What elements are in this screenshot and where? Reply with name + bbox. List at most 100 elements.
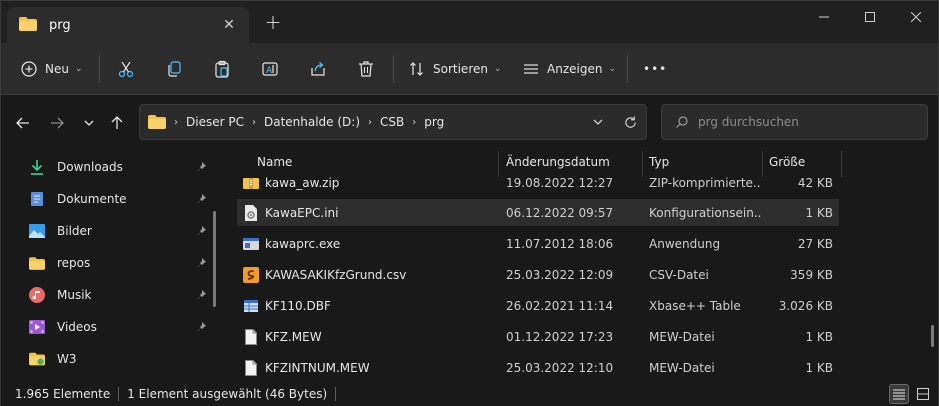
rename-button[interactable]: A xyxy=(261,53,279,85)
up-button[interactable] xyxy=(105,111,129,135)
file-name: kawaprc.exe xyxy=(265,236,341,251)
close-window-button[interactable] xyxy=(893,1,939,33)
table-row[interactable]: KFZ.MEW 01.12.2022 17:23 MEW-Datei 1 KB xyxy=(237,323,839,350)
forward-button[interactable] xyxy=(45,111,69,135)
view-lines-icon xyxy=(524,64,538,74)
view-label: Anzeigen xyxy=(547,62,603,76)
address-row: › Dieser PC › Datenhalde (D:) › CSB › pr… xyxy=(1,95,938,151)
tab-prg[interactable]: prg ✕ xyxy=(7,7,249,43)
breadcrumb-this-pc[interactable]: Dieser PC xyxy=(186,115,244,129)
file-name: KawaEPC.ini xyxy=(265,205,339,220)
videos-icon xyxy=(29,319,45,335)
address-bar[interactable]: › Dieser PC › Datenhalde (D:) › CSB › pr… xyxy=(139,104,647,140)
pin-icon xyxy=(197,193,207,207)
paste-button[interactable] xyxy=(213,53,231,85)
sidebar-scrollbar[interactable] xyxy=(213,211,216,307)
close-tab-icon[interactable]: ✕ xyxy=(219,15,239,35)
file-date: 11.07.2012 18:06 xyxy=(506,236,614,251)
breadcrumb-drive[interactable]: Datenhalde (D:) xyxy=(264,115,360,129)
sidebar-item-label: Musik xyxy=(57,288,92,302)
breadcrumb-chevron-icon: › xyxy=(174,116,178,128)
sidebar-item-label: Dokumente xyxy=(57,192,127,206)
csv-icon xyxy=(243,267,259,283)
document-icon xyxy=(29,191,45,207)
file-size: 27 KB xyxy=(797,236,833,251)
file-name: KFZ.MEW xyxy=(265,329,322,344)
new-button[interactable]: Neu ⌄ xyxy=(21,53,83,85)
table-row[interactable]: kawaprc.exe 11.07.2012 18:06 Anwendung 2… xyxy=(237,230,839,257)
file-size: 1 KB xyxy=(805,329,833,344)
dbf-icon xyxy=(243,298,259,314)
sidebar-item-videos[interactable]: Videos xyxy=(29,313,213,341)
status-bar: 1.965 Elemente 1 Element ausgewählt (46 … xyxy=(1,381,938,406)
rename-icon: A xyxy=(262,62,278,76)
sidebar-item-w3[interactable]: W3 xyxy=(29,345,213,373)
sidebar-item-pictures[interactable]: Bilder xyxy=(29,217,213,245)
breadcrumb-chevron-icon[interactable]: › xyxy=(368,117,372,128)
sidebar-item-label: Videos xyxy=(57,320,97,334)
pin-icon xyxy=(197,289,207,303)
table-row[interactable]: KF110.DBF 26.02.2021 11:14 Xbase++ Table… xyxy=(237,292,839,319)
sort-button[interactable]: Sortieren ⌄ xyxy=(409,53,502,85)
title-bar: prg ✕ + xyxy=(1,1,938,43)
file-date: 26.02.2021 11:14 xyxy=(506,298,614,313)
table-row[interactable]: KFZINTNUM.MEW 25.03.2022 12:10 MEW-Datei… xyxy=(237,354,839,381)
column-separator[interactable] xyxy=(841,151,842,177)
cut-button[interactable] xyxy=(117,53,135,85)
search-input[interactable] xyxy=(698,115,918,129)
file-name: kawa_aw.zip xyxy=(265,175,340,190)
details-view-button[interactable] xyxy=(889,384,909,404)
file-list-scrollbar[interactable] xyxy=(931,325,934,347)
table-row-selected[interactable]: KawaEPC.ini 06.12.2022 09:57 Konfigurati… xyxy=(237,199,839,226)
table-row[interactable]: KAWASAKIKfzGrund.csv 25.03.2022 12:09 CS… xyxy=(237,261,839,288)
search-box[interactable] xyxy=(661,104,928,140)
trash-icon xyxy=(359,61,373,77)
breadcrumb-chevron-icon[interactable]: › xyxy=(252,117,256,128)
toolbar-divider xyxy=(393,55,394,83)
arrow-left-icon xyxy=(16,117,29,129)
svg-text:A: A xyxy=(266,66,273,76)
chevron-down-icon: ⌄ xyxy=(608,64,616,74)
more-icon: ••• xyxy=(643,62,668,76)
file-date: 25.03.2022 12:09 xyxy=(506,267,614,282)
tiles-view-icon xyxy=(917,388,929,400)
maximize-button[interactable] xyxy=(847,1,893,33)
music-icon xyxy=(29,287,45,303)
sort-arrows-icon xyxy=(410,62,423,76)
back-button[interactable] xyxy=(11,111,35,135)
minimize-button[interactable] xyxy=(801,1,847,33)
tiles-view-button[interactable] xyxy=(913,384,933,404)
sidebar-item-repos[interactable]: repos xyxy=(29,249,213,277)
sidebar-item-label: repos xyxy=(57,256,91,270)
table-row[interactable]: kawa_aw.zip 19.08.2022 12:27 ZIP-komprim… xyxy=(237,169,839,196)
share-button[interactable] xyxy=(309,53,327,85)
sidebar-item-music[interactable]: Musik xyxy=(29,281,213,309)
address-history-dropdown[interactable] xyxy=(592,105,604,139)
command-bar: Neu ⌄ A Sortieren ⌄ Anzeigen ⌄ ••• xyxy=(1,43,938,95)
view-button[interactable]: Anzeigen ⌄ xyxy=(523,53,616,85)
new-tab-button[interactable]: + xyxy=(263,12,283,33)
more-options-button[interactable]: ••• xyxy=(643,53,667,85)
zip-icon xyxy=(243,175,259,191)
breadcrumb-prg[interactable]: prg xyxy=(424,115,444,129)
file-type: CSV-Datei xyxy=(649,267,709,282)
chevron-down-icon: ⌄ xyxy=(493,64,502,74)
file-type: MEW-Datei xyxy=(649,329,715,344)
search-icon xyxy=(676,116,688,128)
breadcrumb-chevron-icon[interactable]: › xyxy=(412,117,416,128)
file-icon xyxy=(243,329,259,345)
plus-circle-icon xyxy=(21,61,37,77)
scissors-icon xyxy=(118,61,134,78)
copy-button[interactable] xyxy=(165,53,183,85)
copy-icon xyxy=(168,61,181,77)
refresh-button[interactable] xyxy=(624,105,637,139)
delete-button[interactable] xyxy=(357,53,375,85)
sidebar-item-documents[interactable]: Dokumente xyxy=(29,185,213,213)
arrow-right-icon xyxy=(51,117,64,129)
breadcrumb-csb[interactable]: CSB xyxy=(380,115,404,129)
sidebar-item-downloads[interactable]: Downloads xyxy=(29,153,213,181)
pictures-icon xyxy=(29,223,45,239)
recent-locations-button[interactable] xyxy=(77,111,101,135)
pin-icon xyxy=(197,161,207,175)
file-icon xyxy=(243,360,259,376)
